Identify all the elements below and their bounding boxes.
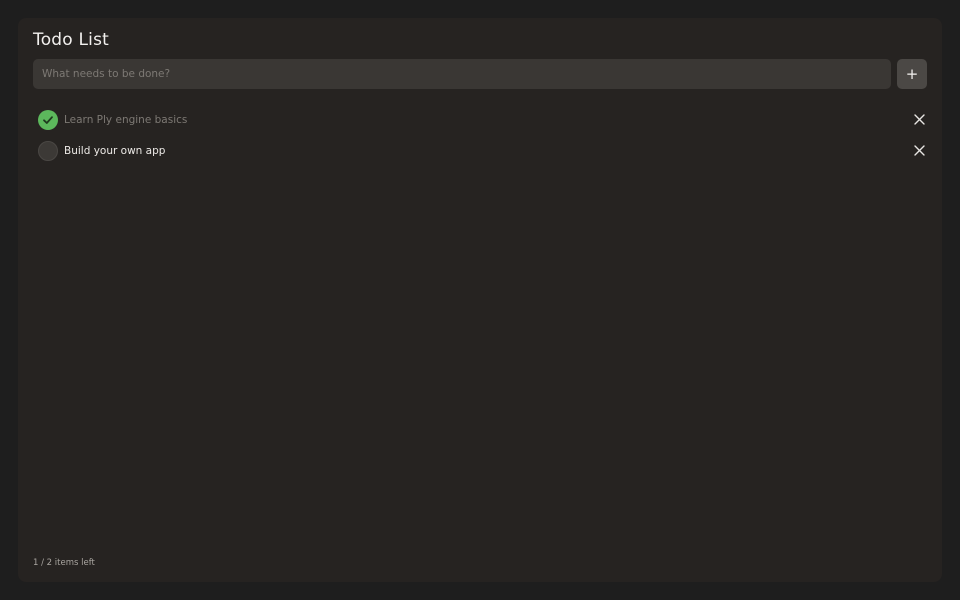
- todo-label: Learn Ply engine basics: [64, 113, 188, 126]
- todo-panel: Todo List + Learn Ply engine basics Buil…: [18, 18, 942, 582]
- todo-list: Learn Ply engine basics Build your own a…: [38, 104, 927, 166]
- delete-todo-button[interactable]: [911, 112, 927, 128]
- todo-checkbox[interactable]: [38, 140, 58, 161]
- add-todo-button[interactable]: +: [897, 59, 927, 89]
- todo-item: Build your own app: [38, 135, 927, 166]
- page-title: Todo List: [33, 30, 110, 50]
- items-left-counter: 1 / 2 items left: [33, 558, 95, 568]
- todo-checkbox-completed[interactable]: [38, 109, 58, 130]
- todo-item: Learn Ply engine basics: [38, 104, 927, 135]
- delete-todo-button[interactable]: [911, 143, 927, 159]
- add-todo-row: +: [33, 59, 927, 89]
- new-todo-input[interactable]: [33, 59, 891, 89]
- close-icon: [913, 145, 925, 156]
- todo-label: Build your own app: [64, 144, 166, 157]
- check-icon: [43, 115, 53, 124]
- close-icon: [913, 114, 925, 125]
